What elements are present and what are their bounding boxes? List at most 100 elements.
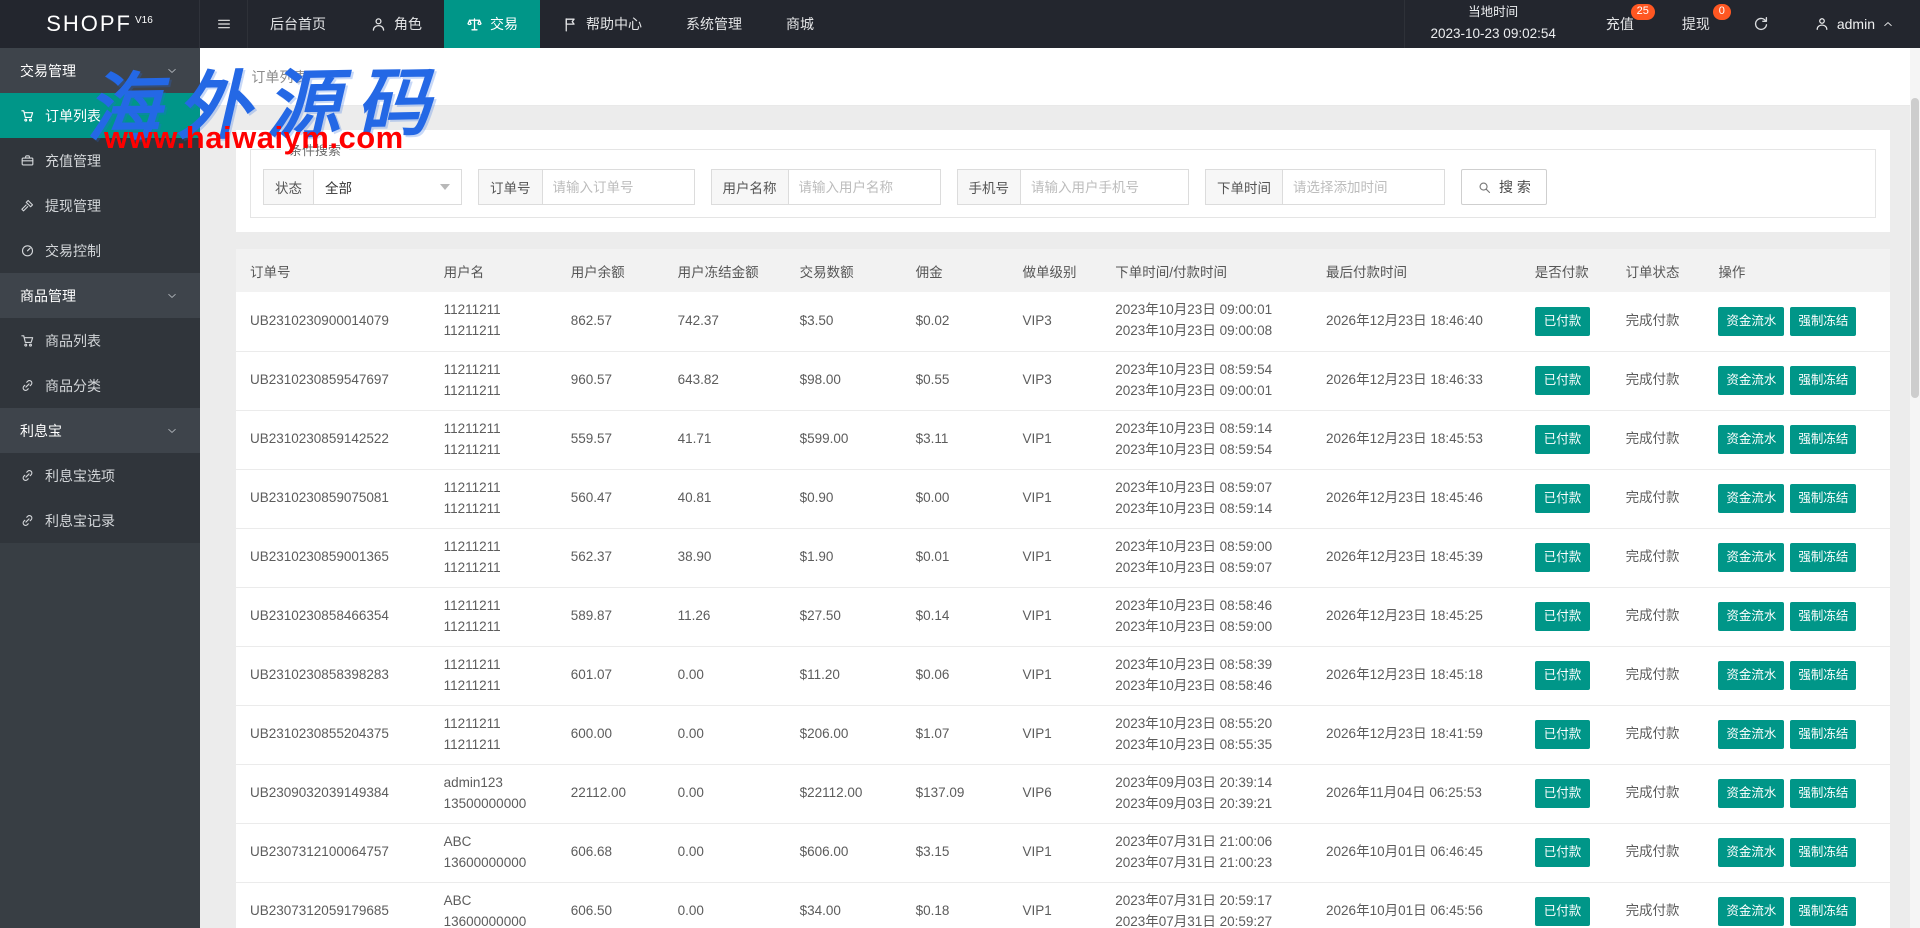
- force-freeze-button[interactable]: 强制冻结: [1790, 719, 1857, 750]
- cell-paid: 已付款: [1520, 764, 1612, 824]
- force-freeze-button[interactable]: 强制冻结: [1790, 483, 1857, 514]
- fund-flow-button[interactable]: 资金流水: [1718, 719, 1785, 750]
- cell-times: 2023年07月31日 20:59:17 2023年07月31日 20:59:27: [1101, 882, 1313, 928]
- sidebar-item-6[interactable]: 商品管理: [0, 273, 200, 318]
- sidebar-item-1[interactable]: 交易管理: [0, 48, 200, 93]
- cell-username: 11211211 11211211: [429, 705, 557, 765]
- fund-flow-button[interactable]: 资金流水: [1718, 483, 1785, 514]
- username-line2: 11211211: [443, 736, 501, 752]
- column-header-8: 下单时间/付款时间: [1101, 249, 1313, 292]
- filter-label: 手机号: [956, 169, 1021, 205]
- status-select[interactable]: 全部: [314, 169, 462, 205]
- username-line1: 11211211: [443, 656, 501, 672]
- fund-flow-button[interactable]: 资金流水: [1718, 601, 1785, 632]
- person-icon: [1814, 16, 1830, 32]
- column-header-2: 用户名: [429, 249, 557, 292]
- table-row: UB2309032039149384 admin123 13500000000 221…: [236, 764, 1890, 824]
- paid-badge: 已付款: [1534, 483, 1591, 514]
- fund-flow-button[interactable]: 资金流水: [1718, 424, 1785, 455]
- nav-item-5[interactable]: 系统管理: [664, 0, 764, 48]
- user-menu[interactable]: admin: [1788, 0, 1920, 48]
- nav-item-4[interactable]: 帮助中心: [540, 0, 664, 48]
- table-row: UB2310230900014079 11211211 11211211 862.57…: [236, 292, 1890, 352]
- paid-badge: 已付款: [1534, 542, 1591, 573]
- force-freeze-button[interactable]: 强制冻结: [1790, 837, 1857, 868]
- fund-flow-button[interactable]: 资金流水: [1718, 365, 1785, 396]
- chevron-down-icon: [166, 425, 178, 437]
- sidebar-item-4[interactable]: 提现管理: [0, 183, 200, 228]
- fund-flow-button[interactable]: 资金流水: [1718, 306, 1785, 336]
- sidebar-item-7[interactable]: 商品列表: [0, 318, 200, 363]
- cell-commission: $0.14: [901, 587, 1009, 647]
- sidebar-item-2[interactable]: 订单列表: [0, 93, 200, 138]
- sidebar-item-11[interactable]: 利息宝记录: [0, 498, 200, 543]
- cell-frozen: 742.37: [663, 292, 786, 352]
- search-icon: [1477, 180, 1492, 195]
- sidebar-item-8[interactable]: 商品分类: [0, 363, 200, 408]
- filter-input-2[interactable]: [542, 169, 695, 205]
- cell-status: 完成付款: [1611, 705, 1705, 765]
- cell-frozen: 0.00: [663, 705, 786, 765]
- fund-flow-button[interactable]: 资金流水: [1718, 778, 1785, 809]
- nav-item-3[interactable]: 交易: [444, 0, 540, 48]
- cell-last-pay-time: 2026年10月01日 06:45:56: [1312, 882, 1521, 928]
- filter-input-4[interactable]: [1021, 169, 1189, 205]
- search-legend: 条件搜索: [289, 143, 342, 158]
- nav-item-label: 商城: [786, 16, 814, 32]
- force-freeze-button[interactable]: 强制冻结: [1790, 601, 1857, 632]
- scrollbar-thumb[interactable]: [1911, 98, 1919, 398]
- order-time: 2023年10月23日 08:59:00: [1115, 538, 1273, 554]
- cell-commission: $3.11: [901, 410, 1009, 470]
- table-header-row: 订单号 用户名 用户余额 用户冻结金额 交易数额 佣金 做单级别 下单时间/付款时间 最后付款时…: [236, 249, 1890, 292]
- sidebar-item-label: 交易控制: [45, 242, 101, 259]
- column-header-11: 订单状态: [1611, 249, 1705, 292]
- refresh-button[interactable]: [1734, 0, 1788, 48]
- cell-frozen: 0.00: [663, 882, 786, 928]
- top-nav: 后台首页 角色 交易 帮助中心 系统管理 商城: [248, 0, 836, 48]
- fund-flow-button[interactable]: 资金流水: [1718, 896, 1785, 927]
- cell-times: 2023年07月31日 21:00:06 2023年07月31日 21:00:23: [1101, 823, 1313, 883]
- filter-input-3[interactable]: [788, 169, 941, 205]
- fund-flow-button[interactable]: 资金流水: [1718, 660, 1785, 691]
- sidebar-group-label: 商品管理: [20, 287, 76, 304]
- username-line2: 11211211: [443, 441, 501, 457]
- nav-item-1[interactable]: 后台首页: [248, 0, 348, 48]
- recharge-button[interactable]: 充值 25: [1582, 0, 1658, 48]
- force-freeze-button[interactable]: 强制冻结: [1790, 306, 1857, 336]
- cell-level: VIP1: [1008, 882, 1102, 928]
- menu-toggle-button[interactable]: [200, 0, 248, 48]
- sidebar-item-9[interactable]: 利息宝: [0, 408, 200, 453]
- filter-input-5[interactable]: [1283, 169, 1445, 205]
- search-button[interactable]: 搜 索: [1461, 169, 1547, 205]
- pay-time: 2023年10月23日 08:59:54: [1115, 441, 1273, 457]
- nav-item-label: 角色: [394, 16, 422, 32]
- breadcrumb-separator-icon: »: [234, 68, 243, 85]
- force-freeze-button[interactable]: 强制冻结: [1790, 896, 1857, 927]
- nav-item-6[interactable]: 商城: [764, 0, 836, 48]
- cell-balance: 562.37: [556, 528, 664, 588]
- order-time: 2023年10月23日 09:00:01: [1115, 302, 1273, 318]
- cell-times: 2023年10月23日 08:55:20 2023年10月23日 08:55:35: [1101, 705, 1313, 765]
- paid-badge: 已付款: [1534, 719, 1591, 750]
- force-freeze-button[interactable]: 强制冻结: [1790, 424, 1857, 455]
- cell-status: 完成付款: [1611, 351, 1705, 411]
- force-freeze-button[interactable]: 强制冻结: [1790, 542, 1857, 573]
- fund-flow-button[interactable]: 资金流水: [1718, 542, 1785, 573]
- link-icon: [20, 378, 35, 393]
- nav-item-2[interactable]: 角色: [348, 0, 444, 48]
- username-line2: 13600000000: [443, 913, 527, 928]
- cell-paid: 已付款: [1520, 292, 1612, 352]
- order-time: 2023年10月23日 08:59:14: [1115, 420, 1273, 436]
- pay-time: 2023年10月23日 08:58:46: [1115, 677, 1273, 693]
- force-freeze-button[interactable]: 强制冻结: [1790, 365, 1857, 396]
- sidebar-item-3[interactable]: 充值管理: [0, 138, 200, 183]
- sidebar-item-5[interactable]: 交易控制: [0, 228, 200, 273]
- cell-last-pay-time: 2026年12月23日 18:46:33: [1312, 351, 1521, 411]
- withdraw-button[interactable]: 提现 0: [1658, 0, 1734, 48]
- force-freeze-button[interactable]: 强制冻结: [1790, 660, 1857, 691]
- paid-badge: 已付款: [1534, 660, 1591, 691]
- fund-flow-button[interactable]: 资金流水: [1718, 837, 1785, 868]
- scrollbar-track[interactable]: [1910, 48, 1920, 928]
- force-freeze-button[interactable]: 强制冻结: [1790, 778, 1857, 809]
- sidebar-item-10[interactable]: 利息宝选项: [0, 453, 200, 498]
